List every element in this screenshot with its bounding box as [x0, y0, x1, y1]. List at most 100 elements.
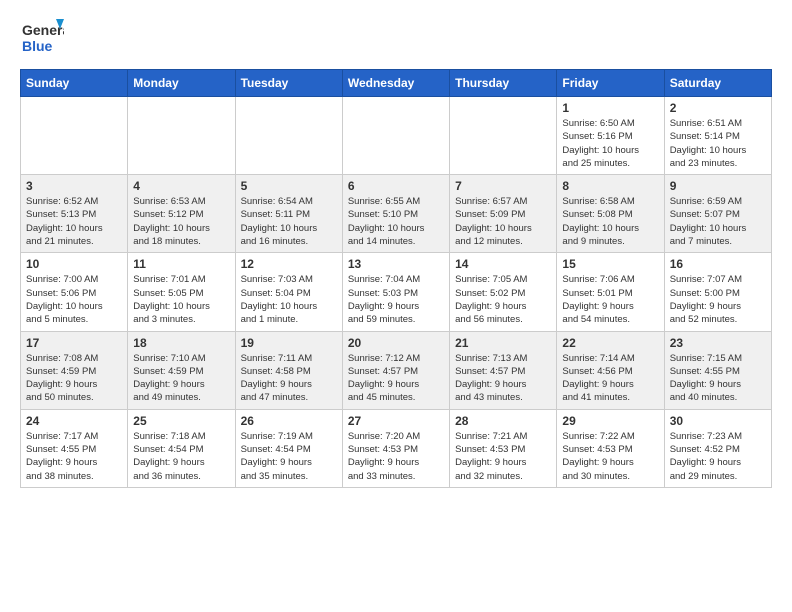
calendar-cell: 24 Sunrise: 7:17 AM Sunset: 4:55 PM Dayli…: [21, 409, 128, 487]
day-info: Sunrise: 6:59 AM Sunset: 5:07 PM Dayligh…: [670, 195, 766, 248]
day-number: 8: [562, 179, 658, 193]
calendar-week-row: 17Sunrise: 7:08 AM Sunset: 4:59 PM Dayli…: [21, 331, 772, 409]
day-number: 6: [348, 179, 444, 193]
day-info: Sunrise: 7:00 AM Sunset: 5:06 PM Dayligh…: [26, 273, 122, 326]
day-info: Sunrise: 6:50 AM Sunset: 5:16 PM Dayligh…: [562, 117, 658, 170]
day-number: 27: [348, 414, 444, 428]
day-info: Sunrise: 7:14 AM Sunset: 4:56 PM Dayligh…: [562, 352, 658, 405]
calendar-cell: [21, 97, 128, 175]
calendar-cell: [128, 97, 235, 175]
calendar-cell: 4 Sunrise: 6:53 AM Sunset: 5:12 PM Daylig…: [128, 175, 235, 253]
weekday-header-monday: Monday: [128, 70, 235, 97]
day-number: 24: [26, 414, 122, 428]
calendar-cell: 27Sunrise: 7:20 AM Sunset: 4:53 PM Dayli…: [342, 409, 449, 487]
day-number: 26: [241, 414, 337, 428]
day-info: Sunrise: 7:04 AM Sunset: 5:03 PM Dayligh…: [348, 273, 444, 326]
day-number: 20: [348, 336, 444, 350]
day-number: 4: [133, 179, 229, 193]
logo-svg: General Blue: [20, 15, 64, 59]
calendar-cell: 26 Sunrise: 7:19 AM Sunset: 4:54 PM Dayli…: [235, 409, 342, 487]
day-info: Sunrise: 7:19 AM Sunset: 4:54 PM Dayligh…: [241, 430, 337, 483]
day-info: Sunrise: 7:08 AM Sunset: 4:59 PM Dayligh…: [26, 352, 122, 405]
day-number: 1: [562, 101, 658, 115]
page: General Blue SundayMondayTuesdayWednesda…: [0, 0, 792, 508]
calendar-cell: 23 Sunrise: 7:15 AM Sunset: 4:55 PM Dayli…: [664, 331, 771, 409]
day-info: Sunrise: 7:10 AM Sunset: 4:59 PM Dayligh…: [133, 352, 229, 405]
day-number: 16: [670, 257, 766, 271]
weekday-header-wednesday: Wednesday: [342, 70, 449, 97]
calendar-cell: 25 Sunrise: 7:18 AM Sunset: 4:54 PM Dayli…: [128, 409, 235, 487]
calendar-week-row: 1 Sunrise: 6:50 AM Sunset: 5:16 PM Daylig…: [21, 97, 772, 175]
calendar-cell: 2Sunrise: 6:51 AM Sunset: 5:14 PM Daylig…: [664, 97, 771, 175]
calendar-cell: 10 Sunrise: 7:00 AM Sunset: 5:06 PM Dayli…: [21, 253, 128, 331]
day-info: Sunrise: 7:22 AM Sunset: 4:53 PM Dayligh…: [562, 430, 658, 483]
calendar-cell: 17Sunrise: 7:08 AM Sunset: 4:59 PM Dayli…: [21, 331, 128, 409]
day-info: Sunrise: 7:05 AM Sunset: 5:02 PM Dayligh…: [455, 273, 551, 326]
calendar-cell: [342, 97, 449, 175]
calendar-cell: 21Sunrise: 7:13 AM Sunset: 4:57 PM Dayli…: [450, 331, 557, 409]
calendar-cell: 9 Sunrise: 6:59 AM Sunset: 5:07 PM Daylig…: [664, 175, 771, 253]
calendar-week-row: 3 Sunrise: 6:52 AM Sunset: 5:13 PM Daylig…: [21, 175, 772, 253]
day-info: Sunrise: 7:03 AM Sunset: 5:04 PM Dayligh…: [241, 273, 337, 326]
day-number: 5: [241, 179, 337, 193]
day-info: Sunrise: 6:58 AM Sunset: 5:08 PM Dayligh…: [562, 195, 658, 248]
calendar-cell: 12 Sunrise: 7:03 AM Sunset: 5:04 PM Dayli…: [235, 253, 342, 331]
calendar-cell: 14 Sunrise: 7:05 AM Sunset: 5:02 PM Dayli…: [450, 253, 557, 331]
day-number: 11: [133, 257, 229, 271]
day-number: 18: [133, 336, 229, 350]
calendar-week-row: 10 Sunrise: 7:00 AM Sunset: 5:06 PM Dayli…: [21, 253, 772, 331]
weekday-header-thursday: Thursday: [450, 70, 557, 97]
day-info: Sunrise: 6:53 AM Sunset: 5:12 PM Dayligh…: [133, 195, 229, 248]
calendar-cell: 1 Sunrise: 6:50 AM Sunset: 5:16 PM Daylig…: [557, 97, 664, 175]
day-number: 29: [562, 414, 658, 428]
day-info: Sunrise: 7:11 AM Sunset: 4:58 PM Dayligh…: [241, 352, 337, 405]
calendar-cell: 28Sunrise: 7:21 AM Sunset: 4:53 PM Dayli…: [450, 409, 557, 487]
calendar-cell: 29 Sunrise: 7:22 AM Sunset: 4:53 PM Dayli…: [557, 409, 664, 487]
weekday-header-saturday: Saturday: [664, 70, 771, 97]
day-info: Sunrise: 6:52 AM Sunset: 5:13 PM Dayligh…: [26, 195, 122, 248]
calendar-cell: 18 Sunrise: 7:10 AM Sunset: 4:59 PM Dayli…: [128, 331, 235, 409]
day-info: Sunrise: 7:21 AM Sunset: 4:53 PM Dayligh…: [455, 430, 551, 483]
calendar-week-row: 24 Sunrise: 7:17 AM Sunset: 4:55 PM Dayli…: [21, 409, 772, 487]
calendar-cell: 8 Sunrise: 6:58 AM Sunset: 5:08 PM Daylig…: [557, 175, 664, 253]
day-info: Sunrise: 7:15 AM Sunset: 4:55 PM Dayligh…: [670, 352, 766, 405]
calendar-cell: 30 Sunrise: 7:23 AM Sunset: 4:52 PM Dayli…: [664, 409, 771, 487]
calendar-cell: 22 Sunrise: 7:14 AM Sunset: 4:56 PM Dayli…: [557, 331, 664, 409]
day-number: 14: [455, 257, 551, 271]
day-number: 9: [670, 179, 766, 193]
calendar-cell: 15 Sunrise: 7:06 AM Sunset: 5:01 PM Dayli…: [557, 253, 664, 331]
svg-text:General: General: [22, 22, 64, 38]
day-info: Sunrise: 7:06 AM Sunset: 5:01 PM Dayligh…: [562, 273, 658, 326]
day-info: Sunrise: 7:17 AM Sunset: 4:55 PM Dayligh…: [26, 430, 122, 483]
calendar-cell: 11Sunrise: 7:01 AM Sunset: 5:05 PM Dayli…: [128, 253, 235, 331]
day-number: 13: [348, 257, 444, 271]
calendar-cell: 7Sunrise: 6:57 AM Sunset: 5:09 PM Daylig…: [450, 175, 557, 253]
header: General Blue: [20, 15, 772, 59]
calendar-cell: [450, 97, 557, 175]
svg-text:Blue: Blue: [22, 38, 53, 54]
day-info: Sunrise: 7:18 AM Sunset: 4:54 PM Dayligh…: [133, 430, 229, 483]
day-info: Sunrise: 6:55 AM Sunset: 5:10 PM Dayligh…: [348, 195, 444, 248]
weekday-header-friday: Friday: [557, 70, 664, 97]
day-number: 22: [562, 336, 658, 350]
day-info: Sunrise: 7:07 AM Sunset: 5:00 PM Dayligh…: [670, 273, 766, 326]
calendar-table: SundayMondayTuesdayWednesdayThursdayFrid…: [20, 69, 772, 488]
day-number: 23: [670, 336, 766, 350]
day-number: 7: [455, 179, 551, 193]
day-number: 25: [133, 414, 229, 428]
weekday-header-sunday: Sunday: [21, 70, 128, 97]
weekday-header-tuesday: Tuesday: [235, 70, 342, 97]
day-info: Sunrise: 7:23 AM Sunset: 4:52 PM Dayligh…: [670, 430, 766, 483]
calendar-cell: 5Sunrise: 6:54 AM Sunset: 5:11 PM Daylig…: [235, 175, 342, 253]
logo: General Blue: [20, 15, 64, 59]
day-number: 10: [26, 257, 122, 271]
calendar-cell: 19 Sunrise: 7:11 AM Sunset: 4:58 PM Dayli…: [235, 331, 342, 409]
calendar-cell: 6 Sunrise: 6:55 AM Sunset: 5:10 PM Daylig…: [342, 175, 449, 253]
day-number: 30: [670, 414, 766, 428]
weekday-header-row: SundayMondayTuesdayWednesdayThursdayFrid…: [21, 70, 772, 97]
day-number: 12: [241, 257, 337, 271]
day-number: 19: [241, 336, 337, 350]
day-number: 15: [562, 257, 658, 271]
day-number: 21: [455, 336, 551, 350]
day-number: 3: [26, 179, 122, 193]
